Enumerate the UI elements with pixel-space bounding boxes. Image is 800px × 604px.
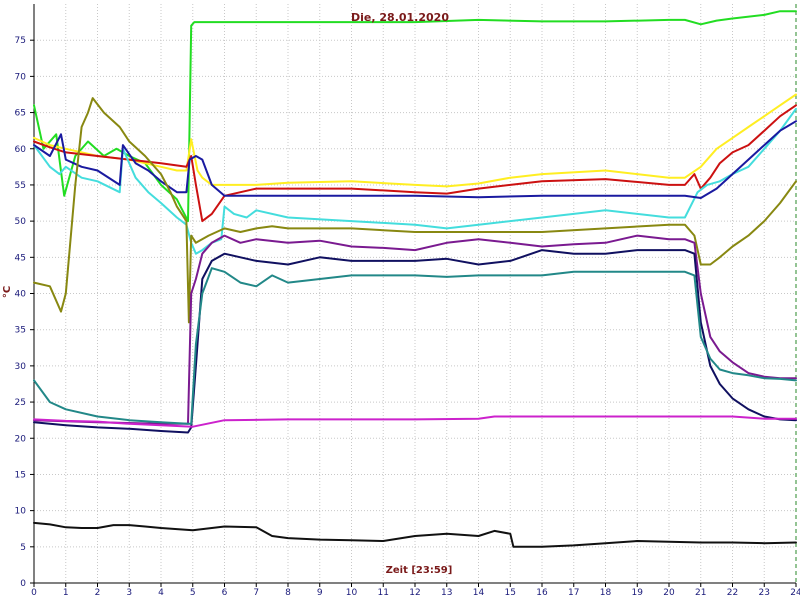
x-tick-label: 16 (536, 588, 548, 598)
x-axis-label: Zeit [23:59] (386, 565, 453, 576)
x-tick-label: 11 (378, 588, 389, 598)
y-tick-label: 70 (15, 72, 27, 82)
chart-container: 0 1 2 3 4 5 6 7 8 9 10 11 12 13 14 15 16 17 18 19 20 21 22 23 24… (0, 0, 800, 600)
x-tick-label: 8 (285, 588, 291, 598)
y-tick-label: 5 (20, 543, 26, 553)
x-tick-label: 4 (158, 588, 164, 598)
x-tick-label: 12 (409, 588, 420, 598)
y-tick-label: 65 (15, 109, 26, 119)
y-tick-label: 25 (15, 398, 26, 408)
x-tick-label: 21 (695, 588, 706, 598)
y-tick-label: 75 (15, 36, 26, 46)
y-tick-label: 60 (15, 145, 27, 155)
axes (30, 4, 797, 587)
x-tick-label: 18 (600, 588, 612, 598)
x-tick-label: 19 (632, 588, 644, 598)
x-tick-label: 15 (505, 588, 516, 598)
horizontal-gridlines (34, 39, 796, 548)
x-tick-labels: 0 1 2 3 4 5 6 7 8 9 10 11 12 13 14 15 16 17 18 19 20 21 22 23 24 (31, 588, 800, 598)
series-line-1 (33, 10, 797, 223)
x-tick-label: 24 (790, 588, 800, 598)
x-tick-label: 0 (31, 588, 37, 598)
x-tick-label: 14 (473, 588, 485, 598)
y-tick-label: 30 (15, 362, 27, 372)
x-tick-label: 7 (253, 588, 259, 598)
y-tick-label: 0 (20, 579, 26, 589)
y-tick-label: 50 (15, 217, 27, 227)
x-tick-label: 5 (190, 588, 196, 598)
x-tick-label: 13 (441, 588, 452, 598)
x-tick-label: 22 (727, 588, 738, 598)
y-tick-label: 40 (15, 290, 27, 300)
chart-title: Die, 28.01.2020 (351, 11, 449, 24)
x-tick-label: 2 (95, 588, 101, 598)
y-tick-label: 45 (15, 253, 26, 263)
y-tick-label: 55 (15, 181, 26, 191)
x-tick-label: 10 (346, 588, 358, 598)
line-chart: 0 1 2 3 4 5 6 7 8 9 10 11 12 13 14 15 16 17 18 19 20 21 22 23 24… (2, 4, 800, 598)
y-tick-label: 10 (15, 507, 27, 517)
x-tick-label: 1 (63, 588, 69, 598)
series-line-6 (33, 97, 797, 324)
y-tick-labels: 0 5 10 15 20 25 30 35 40 45 50 55 60 65 70 75 (15, 36, 27, 589)
y-tick-label: 15 (15, 470, 26, 480)
x-tick-label: 17 (568, 588, 579, 598)
x-tick-label: 20 (663, 588, 675, 598)
x-tick-label: 23 (759, 588, 770, 598)
y-tick-label: 35 (15, 326, 26, 336)
x-tick-label: 6 (222, 588, 228, 598)
y-tick-label: 20 (15, 434, 27, 444)
x-tick-label: 9 (317, 588, 323, 598)
y-axis-label: °C (2, 286, 13, 298)
x-tick-label: 3 (126, 588, 132, 598)
